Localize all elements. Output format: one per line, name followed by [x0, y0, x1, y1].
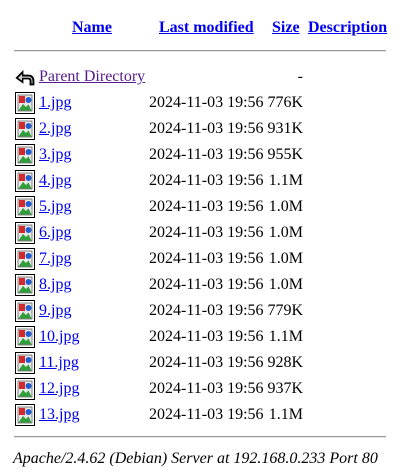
file-date: 2024-11-03 19:56 — [149, 250, 264, 267]
file-row: 10.jpg 2024-11-03 19:56 1.1M — [0, 323, 417, 349]
file-size: 1.0M — [268, 250, 303, 267]
file-date: 2024-11-03 19:56 — [149, 406, 264, 423]
image-file-icon — [15, 118, 35, 140]
file-date: 2024-11-03 19:56 — [149, 94, 264, 111]
file-row: 4.jpg 2024-11-03 19:56 1.1M — [0, 167, 417, 193]
file-row: 12.jpg 2024-11-03 19:56 937K — [0, 375, 417, 401]
file-size: 1.1M — [268, 406, 303, 423]
file-row: 3.jpg 2024-11-03 19:56 955K — [0, 141, 417, 167]
file-link[interactable]: 2.jpg — [39, 120, 71, 138]
image-file-icon — [15, 300, 35, 322]
file-size: 1.1M — [268, 328, 303, 345]
file-link[interactable]: 5.jpg — [39, 198, 71, 216]
file-size: 1.0M — [268, 224, 303, 241]
sort-by-size-link[interactable]: Size — [272, 18, 300, 38]
image-file-icon — [15, 378, 35, 400]
file-row: 2.jpg 2024-11-03 19:56 931K — [0, 115, 417, 141]
file-row: 11.jpg 2024-11-03 19:56 928K — [0, 349, 417, 375]
file-date: 2024-11-03 19:56 — [149, 224, 264, 241]
file-date: 2024-11-03 19:56 — [149, 172, 264, 189]
footer-divider — [14, 436, 386, 438]
file-link[interactable]: 6.jpg — [39, 224, 71, 242]
parent-size: - — [297, 68, 303, 85]
file-size: 955K — [267, 146, 303, 163]
parent-directory-link[interactable]: Parent Directory — [39, 68, 145, 86]
file-row: 5.jpg 2024-11-03 19:56 1.0M — [0, 193, 417, 219]
file-size: 776K — [267, 94, 303, 111]
sort-by-name-link[interactable]: Name — [72, 18, 112, 38]
file-date: 2024-11-03 19:56 — [149, 380, 264, 397]
file-link[interactable]: 1.jpg — [39, 94, 71, 112]
file-date: 2024-11-03 19:56 — [149, 328, 264, 345]
file-link[interactable]: 11.jpg — [39, 354, 79, 372]
file-link[interactable]: 9.jpg — [39, 302, 71, 320]
image-file-icon — [15, 274, 35, 296]
file-link[interactable]: 4.jpg — [39, 172, 71, 190]
file-row: 13.jpg 2024-11-03 19:56 1.1M — [0, 401, 417, 427]
file-date: 2024-11-03 19:56 — [149, 120, 264, 137]
image-file-icon — [15, 352, 35, 374]
file-link[interactable]: 12.jpg — [39, 380, 79, 398]
file-row: 6.jpg 2024-11-03 19:56 1.0M — [0, 219, 417, 245]
file-link[interactable]: 10.jpg — [39, 328, 79, 346]
file-link[interactable]: 8.jpg — [39, 276, 71, 294]
file-date: 2024-11-03 19:56 — [149, 354, 264, 371]
image-file-icon — [15, 170, 35, 192]
image-file-icon — [15, 222, 35, 244]
file-link[interactable]: 13.jpg — [39, 406, 79, 424]
file-link[interactable]: 3.jpg — [39, 146, 71, 164]
file-link[interactable]: 7.jpg — [39, 250, 71, 268]
image-file-icon — [15, 92, 35, 114]
file-row: 7.jpg 2024-11-03 19:56 1.0M — [0, 245, 417, 271]
file-date: 2024-11-03 19:56 — [149, 198, 264, 215]
image-file-icon — [15, 196, 35, 218]
file-row: 1.jpg 2024-11-03 19:56 776K — [0, 89, 417, 115]
image-file-icon — [15, 144, 35, 166]
file-size: 779K — [267, 302, 303, 319]
image-file-icon — [15, 404, 35, 426]
file-date: 2024-11-03 19:56 — [149, 302, 264, 319]
file-size: 1.1M — [268, 172, 303, 189]
file-size: 928K — [267, 354, 303, 371]
file-size: 1.0M — [268, 198, 303, 215]
sort-by-description-link[interactable]: Description — [308, 18, 387, 38]
file-size: 937K — [267, 380, 303, 397]
back-icon — [15, 70, 35, 86]
sort-by-last-modified-link[interactable]: Last modified — [159, 18, 254, 38]
header-divider — [14, 50, 386, 52]
parent-directory-row: Parent Directory - — [0, 63, 417, 89]
file-size: 1.0M — [268, 276, 303, 293]
file-row: 8.jpg 2024-11-03 19:56 1.0M — [0, 271, 417, 297]
image-file-icon — [15, 248, 35, 270]
file-date: 2024-11-03 19:56 — [149, 146, 264, 163]
file-date: 2024-11-03 19:56 — [149, 276, 264, 293]
image-file-icon — [15, 326, 35, 348]
file-row: 9.jpg 2024-11-03 19:56 779K — [0, 297, 417, 323]
server-signature: Apache/2.4.62 (Debian) Server at 192.168… — [13, 450, 378, 467]
file-size: 931K — [267, 120, 303, 137]
